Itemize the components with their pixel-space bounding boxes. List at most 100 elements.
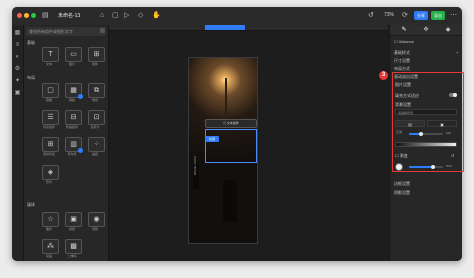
highlight-box: [392, 72, 464, 172]
minimize-window-button[interactable]: [24, 13, 29, 18]
component-tile-label: 容器: [45, 98, 52, 102]
qr-icon: ▩: [70, 243, 77, 250]
inspector-row[interactable]: 边框设置: [394, 181, 410, 187]
component-tile-label: 二维码: [67, 254, 77, 258]
audio-icon: ◉: [93, 216, 100, 223]
star-icon: ☆: [47, 216, 54, 223]
component-search[interactable]: 查找所有组件或图形文字: [26, 27, 106, 36]
inspector-title-text: Visionos: [398, 39, 414, 44]
component-search-placeholder: 查找所有组件或图形文字: [29, 29, 73, 34]
component-tile-label: 图标: [45, 227, 52, 231]
image-icon: ▭: [70, 51, 77, 58]
component-tile[interactable]: T: [42, 47, 59, 62]
gallery-icon: ⁘: [93, 141, 100, 148]
close-window-button[interactable]: [17, 13, 22, 18]
selection-toolbar[interactable]: ◎ 文本组件: [205, 119, 257, 128]
maximize-window-button[interactable]: [31, 13, 36, 18]
component-tile[interactable]: ⁘: [88, 137, 105, 152]
component-tile-label: 网格: [68, 98, 75, 102]
move-icon[interactable]: ✥: [420, 26, 432, 34]
assets-icon[interactable]: ◐: [14, 54, 21, 61]
inspector-row[interactable]: 阴影设置: [394, 190, 410, 196]
design-canvas[interactable]: iPhone 14 Pro ◎ 文本组件 标题: [109, 25, 388, 261]
section-label-media: 媒体: [27, 202, 35, 207]
component-tile-label: 画廊: [91, 152, 98, 156]
component-tile-label: 文本: [45, 62, 52, 66]
inspector-row[interactable]: 尺寸设置: [394, 58, 410, 64]
scroll-icon: ⊞: [47, 141, 54, 148]
stack-icon: ⧉: [94, 87, 99, 94]
bollard: [223, 180, 237, 222]
component-tile[interactable]: ⊞: [88, 47, 105, 62]
component-tile[interactable]: ⁂: [42, 239, 59, 254]
component-tile[interactable]: ◈: [42, 165, 59, 180]
inspector-title: ☐ Visionos: [394, 39, 414, 44]
component-panel: 查找所有组件或图形文字 基础 T 文本 ▭ 图片 ⊞ 组件 布局 ▢ 容器 ▦ …: [24, 25, 109, 261]
component-tile[interactable]: ⧉: [88, 83, 105, 98]
export-button[interactable]: 导出: [431, 11, 445, 20]
step-callout-badge: 3: [379, 71, 388, 80]
more-icon[interactable]: ⋯: [450, 11, 457, 21]
component-tile-label: 滚动列表: [42, 152, 55, 156]
component-tile[interactable]: ▢: [42, 83, 59, 98]
plugin-icon[interactable]: ✦: [14, 78, 21, 85]
component-tile[interactable]: ☰: [42, 110, 59, 125]
pages-icon[interactable]: ▦: [14, 30, 21, 37]
component-tile-label: 轮播组件: [65, 125, 78, 129]
section-label-layout: 布局: [27, 75, 35, 80]
component-tile[interactable]: ▭: [65, 47, 82, 62]
component-tile[interactable]: ▩: [65, 239, 82, 254]
sync-icon[interactable]: ⟳: [402, 11, 408, 21]
component-tile[interactable]: ▦: [65, 83, 83, 99]
diamond-icon: ◈: [47, 169, 54, 176]
artboard-caption: iPhone 14 Pro: [193, 155, 197, 175]
data-icon[interactable]: ⚙: [14, 66, 21, 73]
component-tile[interactable]: ⊟: [65, 110, 82, 125]
component-tile-label: 列表组件: [42, 125, 55, 129]
video-icon: ▣: [70, 216, 77, 223]
home-icon[interactable]: ⌂: [100, 11, 104, 21]
sidebar-toggle-icon[interactable]: ▤: [42, 11, 49, 21]
icon-rail: ▦ ≡ ◐ ⚙ ✦ ▣: [12, 25, 24, 261]
component-tile-label: 选项卡: [90, 125, 100, 129]
component-tile[interactable]: ⊞: [42, 137, 59, 152]
device-icon[interactable]: ▢: [112, 11, 119, 21]
component-tile[interactable]: ☆: [42, 212, 59, 227]
plus-icon[interactable]: +: [456, 50, 458, 55]
selection-label[interactable]: 标题: [205, 136, 219, 142]
document-title[interactable]: 未命名-13: [58, 12, 80, 19]
component-tile-label: 堆叠: [91, 98, 98, 102]
preview-icon[interactable]: ▷: [124, 11, 129, 21]
hand-icon[interactable]: ✋: [152, 11, 161, 21]
ruler-selection-range: [205, 25, 245, 30]
section-label-basic: 基础: [27, 40, 35, 45]
component-tile-label: 组件: [91, 62, 98, 66]
component-tile[interactable]: ⊡: [88, 110, 105, 125]
zoom-level[interactable]: 73%: [384, 12, 394, 18]
component-icon[interactable]: ◆: [442, 26, 454, 34]
component-tile-label: 瀑布流: [67, 152, 77, 156]
component-tile-label: 动画: [45, 254, 52, 258]
tabs-icon: ⊡: [93, 114, 100, 121]
code-icon[interactable]: ▣: [14, 90, 21, 97]
share-button[interactable]: 分享: [414, 11, 428, 20]
component-tile-label: 形状: [45, 180, 52, 184]
inspector-row[interactable]: 基础样式: [394, 50, 410, 56]
selection-box[interactable]: [205, 129, 257, 163]
component-tile-label: 音频: [91, 227, 98, 231]
component-tile[interactable]: ◉: [88, 212, 105, 227]
shape-icon: ⊞: [93, 51, 100, 58]
add-component-icon[interactable]: [100, 28, 105, 33]
undo-icon[interactable]: ↺: [368, 11, 374, 21]
component-tile[interactable]: ▥: [65, 137, 83, 153]
container-icon: ▢: [47, 87, 54, 94]
lottie-icon: ⁂: [47, 243, 54, 250]
layers-icon[interactable]: ≡: [14, 42, 21, 49]
component-tile[interactable]: ▣: [65, 212, 82, 227]
component-toolbar-icon[interactable]: ◇: [138, 11, 143, 21]
text-icon: T: [48, 51, 53, 58]
carousel-icon: ⊟: [70, 114, 77, 121]
brush-icon[interactable]: ✎: [398, 26, 410, 34]
top-ruler: [109, 25, 388, 31]
component-tile-label: 图片: [68, 62, 75, 66]
